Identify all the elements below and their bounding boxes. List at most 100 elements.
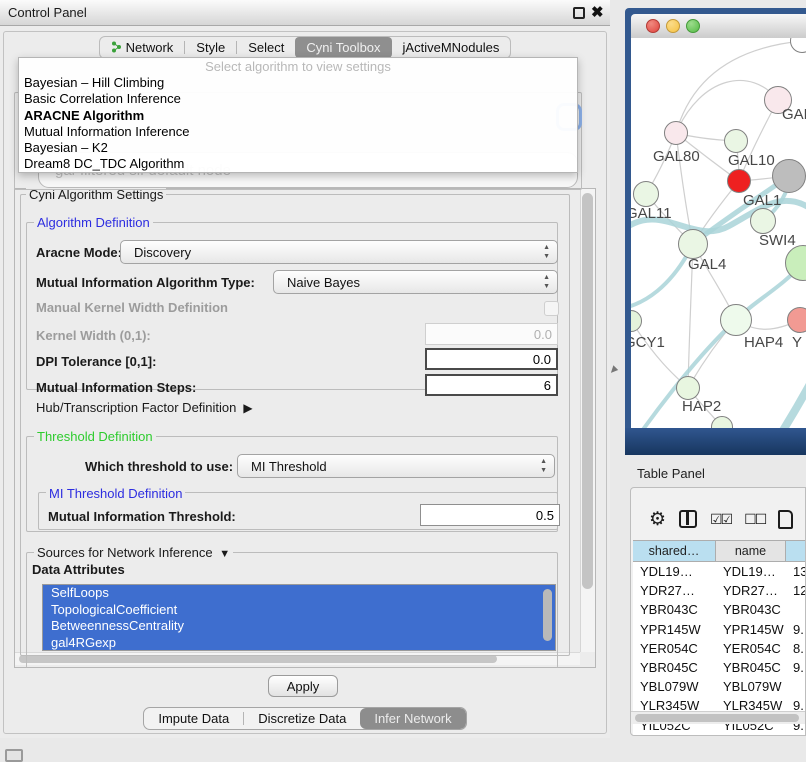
table-cell: YER054C xyxy=(633,639,716,658)
network-node-gal10[interactable] xyxy=(724,129,748,153)
table-panel-title: Table Panel xyxy=(637,466,705,481)
unchecked-boxes-icon[interactable]: ☐☐ xyxy=(744,511,765,528)
table-cell: 12 xyxy=(786,581,806,600)
kernel-width-label: Kernel Width (0,1): xyxy=(36,328,151,343)
network-node-swi4[interactable] xyxy=(750,208,776,234)
corner-widget[interactable] xyxy=(5,749,23,762)
table-cell: YER054C xyxy=(716,639,786,658)
algorithm-option[interactable]: ARACNE Algorithm xyxy=(19,108,577,124)
tab-label: jActiveMNodules xyxy=(403,40,500,55)
doc-icon[interactable] xyxy=(778,510,793,529)
kernel-width-input[interactable] xyxy=(425,323,558,345)
float-icon[interactable] xyxy=(573,7,585,19)
algorithm-option[interactable]: Basic Correlation Inference xyxy=(19,91,577,107)
network-node-label: GAL11 xyxy=(631,205,672,222)
which-threshold-label: Which threshold to use: xyxy=(85,459,233,474)
network-node-gal80[interactable] xyxy=(664,121,688,145)
table-cell: 9. xyxy=(786,620,806,639)
tab-jactivemnodules[interactable]: jActiveMNodules xyxy=(392,37,511,58)
bottom-tab-bar: Impute DataDiscretize DataInfer Network xyxy=(0,707,610,730)
mouse-cursor xyxy=(611,365,619,374)
aracne-mode-label: Aracne Mode: xyxy=(36,245,122,260)
hub-definition-expander[interactable]: Hub/Transcription Factor Definition ▶ xyxy=(36,400,253,415)
column-header-partial[interactable] xyxy=(786,541,806,561)
data-attribute-item[interactable]: SelfLoops xyxy=(43,585,555,602)
network-node-hap4[interactable] xyxy=(720,304,752,336)
table-row[interactable]: YBL079WYBL079W xyxy=(633,677,806,696)
network-node-hap2[interactable] xyxy=(676,376,700,400)
table-cell: YBR045C xyxy=(716,658,786,677)
node-table: shared…name YDL19…YDL19…13YDR27…YDR27…12… xyxy=(633,540,806,735)
table-cell: YBL079W xyxy=(716,677,786,696)
table-row[interactable]: YPR145WYPR145W9. xyxy=(633,620,806,639)
expand-right-icon: ▶ xyxy=(240,401,253,415)
sources-group-title[interactable]: Sources for Network Inference ▼ xyxy=(34,545,233,560)
algorithm-option[interactable]: Bayesian – Hill Climbing xyxy=(19,75,577,91)
tab-label: Network xyxy=(126,40,174,55)
network-node-gal11[interactable] xyxy=(633,181,659,207)
expand-down-icon: ▼ xyxy=(216,548,230,560)
close-icon[interactable]: ✖ xyxy=(591,3,604,21)
network-node-y[interactable] xyxy=(787,307,806,333)
table-cell xyxy=(786,677,806,696)
table-panel-toolbar: ⚙ ☑☑ ☐☐ xyxy=(631,502,806,536)
table-row[interactable]: YBR045CYBR045C9. xyxy=(633,658,806,677)
column-header-name[interactable]: name xyxy=(716,541,786,561)
network-node[interactable] xyxy=(772,159,806,193)
mi-threshold-input[interactable] xyxy=(420,504,560,526)
checked-boxes-icon[interactable]: ☑☑ xyxy=(710,511,731,528)
table-row[interactable]: YBR043CYBR043C xyxy=(633,600,806,619)
column-header-shared…[interactable]: shared… xyxy=(633,541,716,561)
algorithm-option[interactable]: Bayesian – K2 xyxy=(19,140,577,156)
mi-steps-input[interactable] xyxy=(425,374,558,396)
close-traffic-light-icon[interactable] xyxy=(646,19,660,33)
zoom-traffic-light-icon[interactable] xyxy=(686,19,700,33)
network-node-gal1[interactable] xyxy=(727,169,751,193)
vertical-scrollbar-thumb[interactable] xyxy=(582,193,593,589)
gear-icon[interactable]: ⚙ xyxy=(649,510,666,529)
data-attribute-item[interactable]: gal4RGexp xyxy=(43,635,555,651)
tab-label: Select xyxy=(248,40,284,55)
table-row[interactable]: YER054CYER054C8. xyxy=(633,639,806,658)
apply-button[interactable]: Apply xyxy=(268,675,338,697)
network-node-label: HAP4 xyxy=(744,334,783,351)
tab-cyni-toolbox[interactable]: Cyni Toolbox xyxy=(295,37,391,58)
network-node-gal4[interactable] xyxy=(678,229,708,259)
data-attribute-item[interactable]: BetweennessCentrality xyxy=(43,618,555,635)
manual-kernel-width-checkbox[interactable] xyxy=(544,301,559,316)
network-node-label: GAL80 xyxy=(653,148,700,165)
tab-select[interactable]: Select xyxy=(237,37,295,58)
bottom-tab-impute-data[interactable]: Impute Data xyxy=(144,708,243,729)
threshold-definition-title: Threshold Definition xyxy=(34,429,156,444)
mi-algorithm-type-combobox[interactable]: Naive Bayes ▲▼ xyxy=(273,270,558,294)
tab-network[interactable]: Network xyxy=(100,37,185,58)
bottom-tab-discretize-data[interactable]: Discretize Data xyxy=(244,708,360,729)
data-attributes-list[interactable]: SelfLoopsTopologicalCoefficientBetweenne… xyxy=(42,584,556,651)
mi-threshold-group-title: MI Threshold Definition xyxy=(46,486,185,501)
which-threshold-combobox[interactable]: MI Threshold ▲▼ xyxy=(237,454,555,478)
list-scrollbar-thumb[interactable] xyxy=(543,589,552,641)
tab-style[interactable]: Style xyxy=(185,37,236,58)
control-panel-title: Control Panel xyxy=(8,5,87,20)
network-canvas[interactable]: GALGAL80GAL10GAL1GAL11SWI4GAL4GCY1HAP4YH… xyxy=(631,38,806,428)
minimize-traffic-light-icon[interactable] xyxy=(666,19,680,33)
mi-threshold-label: Mutual Information Threshold: xyxy=(48,509,236,524)
split-columns-icon[interactable] xyxy=(679,510,697,528)
dpi-tolerance-label: DPI Tolerance [0,1]: xyxy=(36,354,156,369)
network-node-label: Y xyxy=(792,334,802,351)
dpi-tolerance-input[interactable] xyxy=(425,348,558,370)
aracne-mode-combobox[interactable]: Discovery ▲▼ xyxy=(120,240,558,264)
bottom-tab-infer-network[interactable]: Infer Network xyxy=(360,708,465,729)
table-row[interactable]: YDR27…YDR27…12 xyxy=(633,581,806,600)
table-row[interactable]: YDL19…YDL19…13 xyxy=(633,562,806,581)
mi-steps-label: Mutual Information Steps: xyxy=(36,380,196,395)
table-cell: YBL079W xyxy=(633,677,716,696)
table-panel: ⚙ ☑☑ ☐☐ shared…name YDL19…YDL19…13YDR27…… xyxy=(630,487,806,736)
algorithm-option[interactable]: Mutual Information Inference xyxy=(19,124,577,140)
algorithm-option[interactable]: Dream8 DC_TDC Algorithm xyxy=(19,156,577,172)
network-node-label: GAL xyxy=(782,106,806,123)
network-node-label: SWI4 xyxy=(759,232,796,249)
table-cell: 8. xyxy=(786,639,806,658)
data-attribute-item[interactable]: TopologicalCoefficient xyxy=(43,602,555,619)
table-horizontal-scrollbar-thumb[interactable] xyxy=(635,714,799,722)
